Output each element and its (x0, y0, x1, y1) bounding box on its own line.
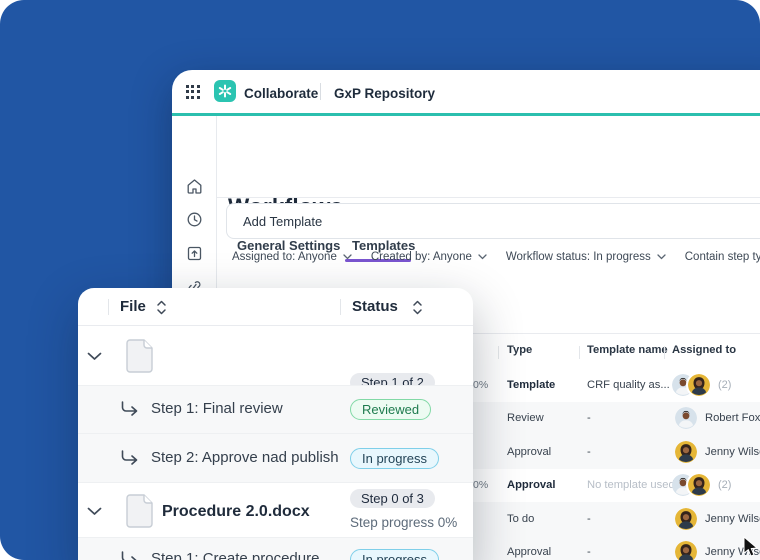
product-name[interactable]: GxP Repository (334, 86, 435, 101)
type-cell: Approval (507, 546, 552, 559)
substep-arrow-icon (121, 551, 137, 560)
step-row[interactable]: Step 1: Final review Reviewed (78, 385, 473, 433)
step-name: Step 1: Final review (151, 400, 283, 417)
sort-icon[interactable] (156, 299, 167, 316)
filter-contain-step-type[interactable]: Contain step type: Any (685, 251, 760, 263)
type-cell: To do (507, 512, 535, 525)
chevron-down-icon[interactable] (87, 352, 102, 361)
screenshot-stage: Collaborate GxP Repository General Setti… (0, 0, 760, 560)
assignee-cell: Jenny Wilson (675, 440, 760, 463)
filter-assigned-to[interactable]: Assigned to: Anyone (232, 251, 352, 263)
avatar-woman (675, 541, 697, 560)
column-header-template-name[interactable]: Template name (587, 344, 668, 356)
avatar-man (675, 407, 697, 430)
card-column-status[interactable]: Status (352, 298, 398, 315)
avatar-woman (688, 373, 710, 396)
template-cell: No template used (587, 479, 675, 492)
chevron-down-icon (478, 254, 487, 260)
file-status-card: File Status Quality.doc Step 1 of 2 (78, 288, 473, 560)
content-divider (217, 197, 760, 198)
assignee-count: (2) (718, 378, 732, 391)
chevron-down-icon (343, 254, 352, 260)
assignee-name: Jenny Wilson (705, 445, 760, 458)
column-separator (579, 346, 580, 359)
card-header: File Status (78, 288, 473, 326)
assignee-name: Jenny Wilson (705, 512, 760, 525)
type-cell: Review (507, 412, 544, 425)
step-name: Step 2: Approve nad publish (151, 449, 339, 466)
column-header-type[interactable]: Type (507, 344, 532, 356)
card-column-file[interactable]: File (120, 298, 146, 315)
app-launcher-icon[interactable] (186, 85, 200, 99)
status-pill: Reviewed (350, 399, 432, 420)
file-row[interactable]: Quality.doc Step 1 of 2 Step progress 50… (78, 326, 473, 414)
avatar-woman (688, 474, 710, 497)
assignee-cell: (2) (672, 373, 732, 396)
step-row[interactable]: Step 2: Approve nad publish In progress (78, 433, 473, 482)
column-separator (498, 346, 499, 359)
add-template-label: Add Template (243, 213, 323, 229)
column-separator (340, 299, 341, 315)
file-row[interactable]: Procedure 2.0.docx Step 0 of 3 Step prog… (78, 482, 473, 537)
template-cell: CRF quality as... (587, 378, 670, 391)
chevron-down-icon (657, 254, 666, 260)
assignee-cell: Jenny Wilson (675, 507, 760, 530)
document-icon (126, 494, 153, 528)
chevron-down-icon[interactable] (87, 507, 102, 516)
substep-arrow-icon (121, 401, 138, 416)
template-cell: - (587, 512, 591, 525)
column-separator (108, 299, 109, 315)
step-badge: Step 0 of 3 (350, 489, 435, 508)
document-icon (126, 339, 153, 373)
type-cell: Approval (507, 479, 556, 492)
template-cell: - (587, 412, 591, 425)
sort-icon[interactable] (412, 299, 423, 316)
column-separator (664, 346, 665, 359)
mouse-cursor (743, 536, 759, 557)
template-cell: - (587, 546, 591, 559)
home-icon[interactable] (186, 178, 203, 195)
avatar-woman (675, 440, 697, 463)
column-header-assigned-to[interactable]: Assigned to (672, 344, 736, 356)
app-header: Collaborate GxP Repository (172, 70, 760, 113)
progress-fragment: 0% (473, 479, 489, 492)
history-clock-icon[interactable] (186, 211, 203, 228)
step-row[interactable]: Step 1: Create procedure In progress (78, 537, 473, 560)
assignee-name: Robert Fox (You) (705, 412, 760, 425)
collaborate-logo-icon[interactable] (214, 80, 236, 102)
assignee-cell: (2) (672, 474, 732, 497)
step-name: Step 1: Create procedure (151, 550, 320, 560)
file-name: Procedure 2.0.docx (162, 503, 310, 520)
accent-line (172, 113, 760, 116)
filter-workflow-status[interactable]: Workflow status: In progress (506, 251, 666, 263)
type-cell: Approval (507, 445, 552, 458)
assignee-cell: Robert Fox (You) (675, 407, 760, 430)
progress-fragment: 0% (473, 378, 489, 391)
header-divider (320, 83, 321, 100)
substep-arrow-icon (121, 450, 138, 465)
assignee-count: (2) (718, 479, 732, 492)
filter-bar: Assigned to: Anyone Created by: Anyone W… (232, 249, 760, 265)
status-pill: In progress (350, 448, 440, 469)
inbox-upload-icon[interactable] (186, 245, 203, 262)
avatar-woman (675, 507, 697, 530)
step-progress: Step progress 0% (350, 515, 458, 530)
filter-created-by[interactable]: Created by: Anyone (371, 251, 487, 263)
add-template-input[interactable]: Add Template (226, 203, 760, 239)
status-pill: In progress (350, 549, 440, 560)
type-cell: Template (507, 378, 556, 391)
app-name: Collaborate (244, 86, 319, 101)
template-cell: - (587, 445, 591, 458)
